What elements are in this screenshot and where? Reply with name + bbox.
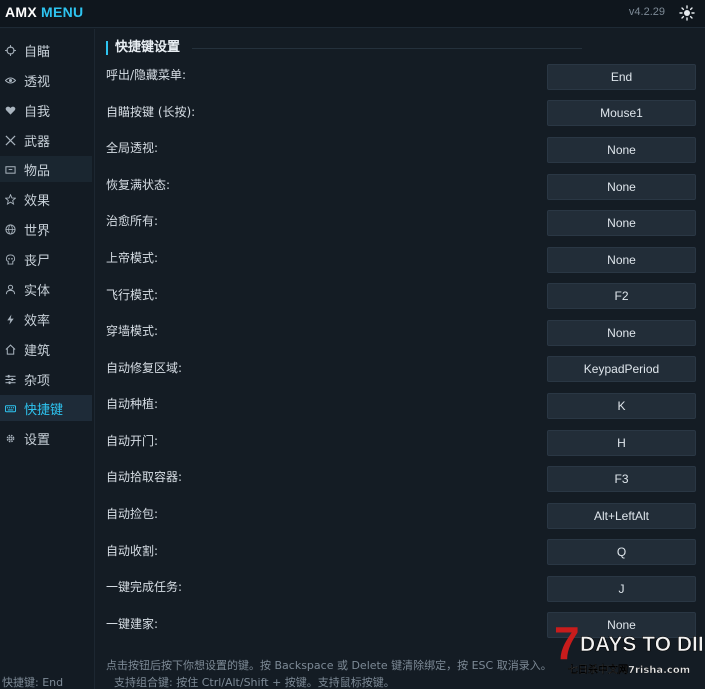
sidebar-item-label: 自我 [24,104,51,120]
hotkey-auto-plant-button[interactable]: K [547,393,696,419]
box-icon [3,162,17,176]
app-title: AMX MENU [5,4,83,20]
sidebar-item-label: 设置 [24,432,51,448]
hotkey-label: 一键完成任务: [106,580,183,594]
hotkey-auto-repair-button[interactable]: KeypadPeriod [547,356,696,382]
hotkey-label: 全局透视: [106,141,159,155]
hotkey-auto-harvest-button[interactable]: Q [547,539,696,565]
hotkey-auto-loot-container-button[interactable]: F3 [547,466,696,492]
sidebar-item-label: 效率 [24,313,51,329]
sidebar-item-entities[interactable]: 实体 [0,276,92,302]
sidebar-item-world[interactable]: 世界 [0,216,92,242]
sidebar: 自瞄 透视 自我 武器 物品 效果 世界 丧尸 实体 效率 建筑 杂项 快捷键 … [0,29,95,689]
hotkey-label: 治愈所有: [106,214,159,228]
sidebar-item-label: 杂项 [24,373,51,389]
menu-hotkey-hint: 快捷键: End [2,676,64,689]
sun-icon[interactable] [679,5,695,21]
title-bar: AMX MENU v4.2.29 [0,0,705,28]
hotkey-restore-stats-button[interactable]: None [547,174,696,200]
hotkey-label: 呼出/隐藏菜单: [106,68,187,82]
sidebar-item-weapons[interactable]: 武器 [0,127,92,153]
sidebar-item-label: 物品 [24,163,51,179]
sidebar-item-aimbot[interactable]: 自瞄 [0,37,92,63]
sidebar-item-label: 实体 [24,283,51,299]
heart-icon [3,103,17,117]
home-icon [3,342,17,356]
user-icon [3,282,17,296]
globe-icon [3,222,17,236]
sidebar-item-zombies[interactable]: 丧尸 [0,246,92,272]
section-divider [192,48,582,49]
hotkey-label: 自动捡包: [106,507,159,521]
hotkey-fly-mode-button[interactable]: F2 [547,283,696,309]
sidebar-item-effects[interactable]: 效果 [0,186,92,212]
sidebar-item-label: 自瞄 [24,44,51,60]
hotkey-auto-door-button[interactable]: H [547,430,696,456]
version-label: v4.2.29 [628,6,665,18]
hotkey-combo-hint: 支持组合键: 按住 Ctrl/Alt/Shift + 按键。支持鼠标按键。 [114,676,395,689]
app-title-accent: MENU [41,4,84,20]
sidebar-item-label: 透视 [24,74,51,90]
hotkey-toggle-menu-button[interactable]: End [547,64,696,90]
hotkey-global-esp-button[interactable]: None [547,137,696,163]
hotkey-label: 自动开门: [106,434,159,448]
gear-icon [3,431,17,445]
eye-icon [3,73,17,87]
hotkey-complete-quest-button[interactable]: J [547,576,696,602]
sidebar-item-hotkeys[interactable]: 快捷键 [0,395,92,421]
keyboard-icon [3,401,17,415]
hotkey-noclip-button[interactable]: None [547,320,696,346]
hotkey-label: 一键建家: [106,617,159,631]
section-title: 快捷键设置 [106,41,180,55]
hotkey-label: 自动收割: [106,544,159,558]
sidebar-item-self[interactable]: 自我 [0,97,92,123]
sidebar-item-label: 效果 [24,193,51,209]
app-title-main: AMX [5,4,38,20]
hotkey-settings-panel: 快捷键设置 呼出/隐藏菜单: End 自瞄按键 (长按): Mouse1 全局透… [96,29,705,689]
sliders-icon [3,372,17,386]
sidebar-item-building[interactable]: 建筑 [0,336,92,362]
hotkey-auto-pickup-bag-button[interactable]: Alt+LeftAlt [547,503,696,529]
sidebar-item-label: 快捷键 [24,402,64,418]
sidebar-item-label: 丧尸 [24,253,51,269]
swords-icon [3,133,17,147]
hotkey-build-home-button[interactable]: None [547,612,696,638]
hotkey-aimbot-button[interactable]: Mouse1 [547,100,696,126]
sidebar-item-settings[interactable]: 设置 [0,425,92,451]
hotkey-label: 恢复满状态: [106,178,171,192]
hotkey-label: 自动拾取容器: [106,470,183,484]
hotkey-label: 自瞄按键 (长按): [106,105,196,119]
hotkey-label: 自动修复区域: [106,361,183,375]
sidebar-item-label: 建筑 [24,343,51,359]
hotkey-label: 飞行模式: [106,288,159,302]
sidebar-item-efficiency[interactable]: 效率 [0,306,92,332]
bolt-icon [3,312,17,326]
hotkey-heal-all-button[interactable]: None [547,210,696,236]
hotkey-label: 自动种植: [106,397,159,411]
skull-icon [3,252,17,266]
hotkey-label: 穿墙模式: [106,324,159,338]
sidebar-item-items[interactable]: 物品 [0,156,92,182]
sidebar-item-label: 武器 [24,134,51,150]
crosshair-icon [3,43,17,57]
sidebar-item-esp[interactable]: 透视 [0,67,92,93]
sidebar-item-label: 世界 [24,223,51,239]
hotkey-god-mode-button[interactable]: None [547,247,696,273]
hotkey-instructions: 点击按钮后按下你想设置的键。按 Backspace 或 Delete 键清除绑定… [106,659,552,672]
star-icon [3,192,17,206]
sidebar-item-misc[interactable]: 杂项 [0,366,92,392]
hotkey-label: 上帝模式: [106,251,159,265]
